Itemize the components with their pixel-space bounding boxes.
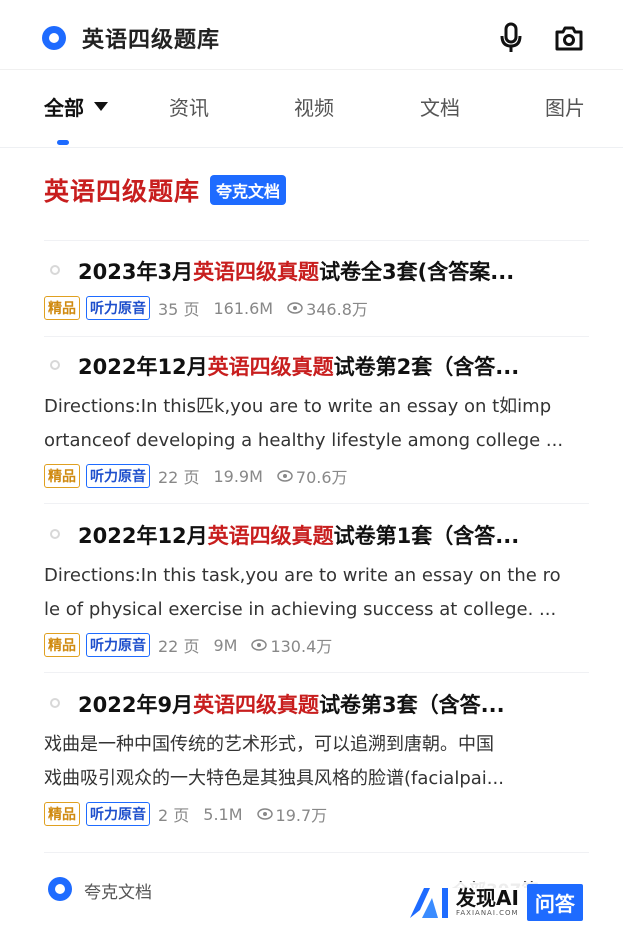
tab-images[interactable]: 图片 xyxy=(545,92,585,121)
premium-tag: 精品 xyxy=(44,633,80,657)
ai-logo-icon xyxy=(410,888,448,918)
tab-docs[interactable]: 文档 xyxy=(420,92,460,121)
view-count: 130.4万 xyxy=(270,637,333,656)
item-meta: 精品 听力原音 22 页 19.9M 70.6万 xyxy=(44,464,348,488)
premium-tag: 精品 xyxy=(44,802,80,826)
premium-tag: 精品 xyxy=(44,464,80,488)
bullet-icon xyxy=(50,360,60,370)
eye-icon xyxy=(256,808,273,820)
result-title[interactable]: 英语四级题库 xyxy=(44,172,200,208)
item-title[interactable]: 2022年12月英语四级真题试卷第1套（含答... xyxy=(78,520,578,550)
bullet-icon xyxy=(50,529,60,539)
tab-bar: 全部 资讯 视频 文档 图片 xyxy=(0,70,623,148)
page-count: 22 页 xyxy=(158,637,200,656)
watermark-text: 发现AI FAXIANAI.COM xyxy=(456,886,519,917)
bullet-icon xyxy=(50,265,60,275)
watermark-qa-badge: 问答 xyxy=(526,883,583,921)
page-count: 2 页 xyxy=(158,806,190,825)
list-item[interactable]: 2023年3月英语四级真题试卷全3套(含答案... 精品 听力原音 35 页 1… xyxy=(44,252,589,332)
item-meta: 精品 听力原音 35 页 161.6M 346.8万 xyxy=(44,296,368,320)
file-size: 19.9M xyxy=(213,466,263,486)
item-meta: 精品 听力原音 2 页 5.1M 19.7万 xyxy=(44,802,327,826)
list-item[interactable]: 2022年12月英语四级真题试卷第2套（含答... Directions:In … xyxy=(44,346,589,496)
audio-tag: 听力原音 xyxy=(86,296,150,320)
page-count: 22 页 xyxy=(158,468,200,487)
audio-tag: 听力原音 xyxy=(86,633,150,657)
source-badge: 夸克文档 xyxy=(210,175,287,205)
item-description: 戏曲是一种中国传统的艺术形式，可以追溯到唐朝。中国 戏曲吸引观众的一大特色是其独… xyxy=(44,734,504,789)
footer-source[interactable]: 夸克文档 xyxy=(84,878,152,903)
item-description: Directions:In this匹k,you are to write an… xyxy=(44,396,564,451)
page-count: 35 页 xyxy=(158,300,200,319)
tab-video[interactable]: 视频 xyxy=(294,92,334,121)
list-item[interactable]: 2022年9月英语四级真题试卷第3套（含答... 戏曲是一种中国传统的艺术形式，… xyxy=(44,684,589,834)
tab-all[interactable]: 全部 xyxy=(44,92,108,121)
view-count: 70.6万 xyxy=(295,468,348,487)
tab-all-label: 全部 xyxy=(44,96,84,120)
item-title[interactable]: 2023年3月英语四级真题试卷全3套(含答案... xyxy=(78,256,578,286)
watermark: 发现AI FAXIANAI.COM 问答 xyxy=(408,882,613,922)
quark-logo-icon xyxy=(42,26,66,50)
item-title[interactable]: 2022年9月英语四级真题试卷第3套（含答... xyxy=(78,689,578,719)
divider xyxy=(44,336,589,337)
divider xyxy=(44,672,589,673)
audio-tag: 听力原音 xyxy=(86,802,150,826)
camera-icon[interactable] xyxy=(554,24,584,52)
tab-active-indicator xyxy=(57,140,69,145)
quark-docs-logo-icon xyxy=(48,877,72,901)
list-item[interactable]: 2022年12月英语四级真题试卷第1套（含答... Directions:In … xyxy=(44,515,589,665)
eye-icon xyxy=(287,302,303,314)
item-meta: 精品 听力原音 22 页 9M 130.4万 xyxy=(44,633,332,657)
divider xyxy=(44,852,589,853)
search-query[interactable]: 英语四级题库 xyxy=(82,22,220,54)
divider xyxy=(44,240,589,241)
eye-icon xyxy=(277,470,293,482)
premium-tag: 精品 xyxy=(44,296,80,320)
tab-news[interactable]: 资讯 xyxy=(169,92,209,121)
view-count: 19.7万 xyxy=(275,806,328,825)
file-size: 9M xyxy=(213,635,238,655)
file-size: 161.6M xyxy=(213,298,274,318)
item-title[interactable]: 2022年12月英语四级真题试卷第2套（含答... xyxy=(78,351,578,381)
caret-down-icon xyxy=(94,102,108,111)
microphone-icon[interactable] xyxy=(498,22,524,54)
search-bar[interactable]: 英语四级题库 xyxy=(0,0,623,70)
view-count: 346.8万 xyxy=(306,300,368,319)
file-size: 5.1M xyxy=(203,804,243,824)
item-description: Directions:In this task,you are to write… xyxy=(44,565,561,620)
divider xyxy=(44,503,589,504)
eye-icon xyxy=(251,639,268,651)
bullet-icon xyxy=(50,698,60,708)
audio-tag: 听力原音 xyxy=(86,464,150,488)
result-header[interactable]: 英语四级题库 夸克文档 xyxy=(44,172,287,208)
